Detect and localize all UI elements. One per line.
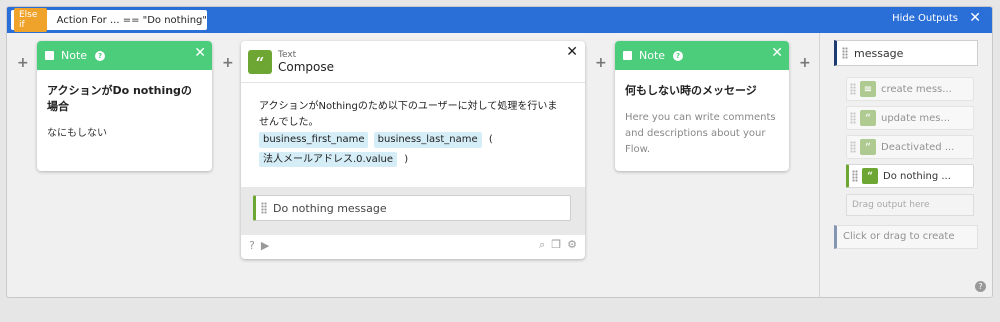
compose-body-text: アクションがNothingのため以下のユーザーに対して処理を行いませんでした。: [259, 101, 558, 128]
add-step-icon[interactable]: +: [17, 55, 29, 71]
quote-icon: “: [248, 49, 272, 74]
output-item[interactable]: “ Deactivated ...: [846, 135, 974, 159]
gear-icon[interactable]: ⚙: [567, 238, 577, 252]
note-header-label: Note: [61, 49, 88, 62]
close-paren: ): [404, 153, 409, 165]
variable-token[interactable]: business_last_name: [373, 132, 482, 148]
compose-text-editor[interactable]: アクションがNothingのため以下のユーザーに対して処理を行いませんでした。 …: [241, 83, 585, 175]
search-icon[interactable]: ⌕: [539, 238, 545, 252]
note-text[interactable]: なにもしない: [37, 120, 212, 148]
drag-handle-icon[interactable]: [850, 112, 856, 124]
condition-bar: Else if Action For ... == "Do nothing" H…: [7, 7, 992, 33]
compose-footer: ? ▶ ⌕ ❐ ⚙: [241, 235, 585, 255]
help-icon[interactable]: ?: [95, 50, 106, 61]
drag-handle-icon[interactable]: [850, 83, 856, 95]
help-icon[interactable]: ?: [249, 239, 255, 252]
variable-token[interactable]: 法人メールアドレス.0.value: [259, 151, 398, 167]
variable-token[interactable]: business_first_name: [259, 132, 369, 148]
close-icon[interactable]: ✕: [969, 10, 981, 26]
help-icon[interactable]: ?: [673, 50, 684, 61]
note-icon: [45, 51, 54, 60]
note-header: Note ? ✕: [37, 41, 212, 70]
flow-frame: Else if Action For ... == "Do nothing" H…: [6, 6, 993, 298]
compose-header: “ Text Compose ✕: [241, 41, 585, 83]
output-name-field[interactable]: Do nothing message: [253, 195, 571, 221]
note-text[interactable]: Here you can write comments and descript…: [615, 104, 789, 164]
close-icon[interactable]: ✕: [566, 44, 578, 60]
add-step-icon[interactable]: +: [595, 55, 607, 71]
compose-subtitle: Text: [278, 49, 297, 60]
output-item-active[interactable]: “ Do nothing ...: [846, 164, 974, 188]
compose-title: Compose: [278, 59, 335, 74]
drag-handle-icon[interactable]: [261, 202, 267, 214]
copy-icon[interactable]: ❐: [551, 238, 561, 252]
output-name: Do nothing message: [273, 201, 387, 215]
condition-pill[interactable]: Else if Action For ... == "Do nothing": [11, 8, 207, 32]
note-header: Note ? ✕: [615, 41, 789, 70]
drag-handle-icon[interactable]: [842, 47, 848, 59]
note-title[interactable]: アクションがDo nothingの場合: [37, 70, 212, 120]
drag-handle-icon[interactable]: [850, 141, 856, 153]
note-card-1[interactable]: Note ? ✕ アクションがDo nothingの場合 なにもしない: [37, 41, 212, 171]
drag-handle-icon[interactable]: [852, 170, 858, 182]
quote-icon: “: [860, 139, 876, 155]
open-paren: (: [488, 134, 493, 145]
create-output-field[interactable]: Click or drag to create: [834, 225, 978, 249]
output-item-label: Do nothing ...: [883, 170, 951, 182]
output-area: Do nothing message: [241, 187, 585, 235]
help-icon[interactable]: ?: [975, 281, 986, 292]
add-step-icon[interactable]: +: [222, 55, 234, 71]
output-item[interactable]: “ update mes...: [846, 106, 974, 130]
compose-card[interactable]: “ Text Compose ✕ アクションがNothingのため以下のユーザー…: [241, 41, 585, 259]
output-item-label: update mes...: [881, 112, 951, 124]
close-icon[interactable]: ✕: [194, 45, 206, 61]
add-step-icon[interactable]: +: [799, 55, 811, 71]
outputs-sidebar: message ≡ create mess... “ update mes...…: [819, 33, 992, 297]
note-header-label: Note: [639, 49, 666, 62]
condition-text: Action For ... == "Do nothing": [56, 14, 207, 26]
note-title[interactable]: 何もしない時のメッセージ: [615, 70, 789, 104]
close-icon[interactable]: ✕: [771, 45, 783, 61]
output-item-label: create mess...: [881, 83, 952, 95]
output-item-label: Deactivated ...: [881, 141, 955, 153]
message-label: message: [854, 46, 904, 60]
play-icon[interactable]: ▶: [261, 239, 269, 252]
list-icon: ≡: [860, 81, 876, 97]
message-output[interactable]: message: [834, 40, 978, 66]
note-icon: [623, 51, 632, 60]
output-item[interactable]: ≡ create mess...: [846, 77, 974, 101]
quote-icon: “: [862, 168, 878, 184]
else-if-badge: Else if: [14, 8, 47, 32]
hide-outputs-button[interactable]: Hide Outputs: [892, 13, 958, 24]
drag-output-dropzone[interactable]: Drag output here: [846, 194, 974, 216]
note-card-2[interactable]: Note ? ✕ 何もしない時のメッセージ Here you can write…: [615, 41, 789, 171]
quote-icon: “: [860, 110, 876, 126]
